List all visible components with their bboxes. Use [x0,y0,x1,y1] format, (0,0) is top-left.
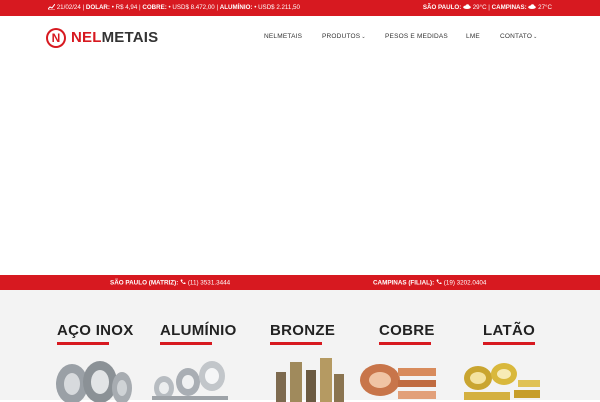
phone-icon [436,279,442,285]
latao-image[interactable] [460,352,540,402]
nav-lme[interactable]: LME [466,33,480,40]
product-latao[interactable]: LATÃO [483,322,535,345]
cobre-value: USD$ 8.472,00 [172,4,215,11]
nav-contato[interactable]: CONTATO⌄ [500,33,538,40]
product-bronze[interactable]: BRONZE [270,322,335,345]
site-header: N NELMETAIS NELMETAIS PRODUTOS⌄ PESOS E … [0,16,600,58]
top-info-bar: 21/02/24 | DOLAR: • R$ 4,94 | COBRE: • U… [0,0,600,16]
phone-icon [180,279,186,285]
campinas-weather-label: CAMPINAS: [491,4,527,11]
dot-icon: • [111,4,114,11]
title-underline [57,342,109,345]
cobre-label: COBRE: [142,4,167,11]
sp-temp: 29°C [472,4,487,11]
cloud-icon [463,4,471,9]
bronze-image[interactable] [268,352,348,402]
nav-nelmetais[interactable]: NELMETAIS [264,33,302,40]
sp-weather-label: SÃO PAULO: [422,4,462,11]
dot-icon: • [168,4,171,11]
dolar-label: DOLAR: [85,4,110,11]
title-underline [270,342,322,345]
nav-produtos[interactable]: PRODUTOS⌄ [322,33,366,40]
aluminio-label: ALUMÍNIO: [219,4,253,11]
market-quotes: 21/02/24 | DOLAR: • R$ 4,94 | COBRE: • U… [47,3,300,11]
product-aco-inox[interactable]: AÇO INOX [57,322,134,345]
chart-line-icon [47,3,56,11]
phone-sao-paulo[interactable]: SÃO PAULO (MATRIZ): (11) 3531.3444 [110,279,230,287]
title-underline [379,342,431,345]
campinas-temp: 27°C [538,4,552,11]
product-cobre[interactable]: COBRE [379,322,435,345]
phone-campinas[interactable]: CAMPINAS (FILIAL): (19) 3202.0404 [373,279,486,287]
cobre-image[interactable] [358,352,438,402]
aluminio-value: USD$ 2.211,50 [258,4,300,11]
title-underline [160,342,212,345]
phone-bar: SÃO PAULO (MATRIZ): (11) 3531.3444 CAMPI… [0,275,600,290]
weather-info: SÃO PAULO: 29°C | CAMPINAS: 27°C [422,4,552,11]
product-aluminio[interactable]: ALUMÍNIO [160,322,237,345]
products-section: AÇO INOX ALUMÍNIO BRONZE COBRE LATÃO [0,290,600,402]
cloud-icon [528,4,537,9]
quote-date: 21/02/24 [56,4,81,11]
main-nav: NELMETAIS PRODUTOS⌄ PESOS E MEDIDAS LME … [0,33,600,43]
dot-icon: • [254,4,257,11]
chevron-down-icon: ⌄ [361,34,366,40]
hero-banner [0,58,600,275]
dolar-value: R$ 4,94 [115,4,138,11]
chevron-down-icon: ⌄ [533,34,538,40]
title-underline [483,342,535,345]
nav-pesos-e-medidas[interactable]: PESOS E MEDIDAS [385,33,448,40]
aluminio-image[interactable] [150,352,230,402]
aco-inox-image[interactable] [52,352,132,402]
